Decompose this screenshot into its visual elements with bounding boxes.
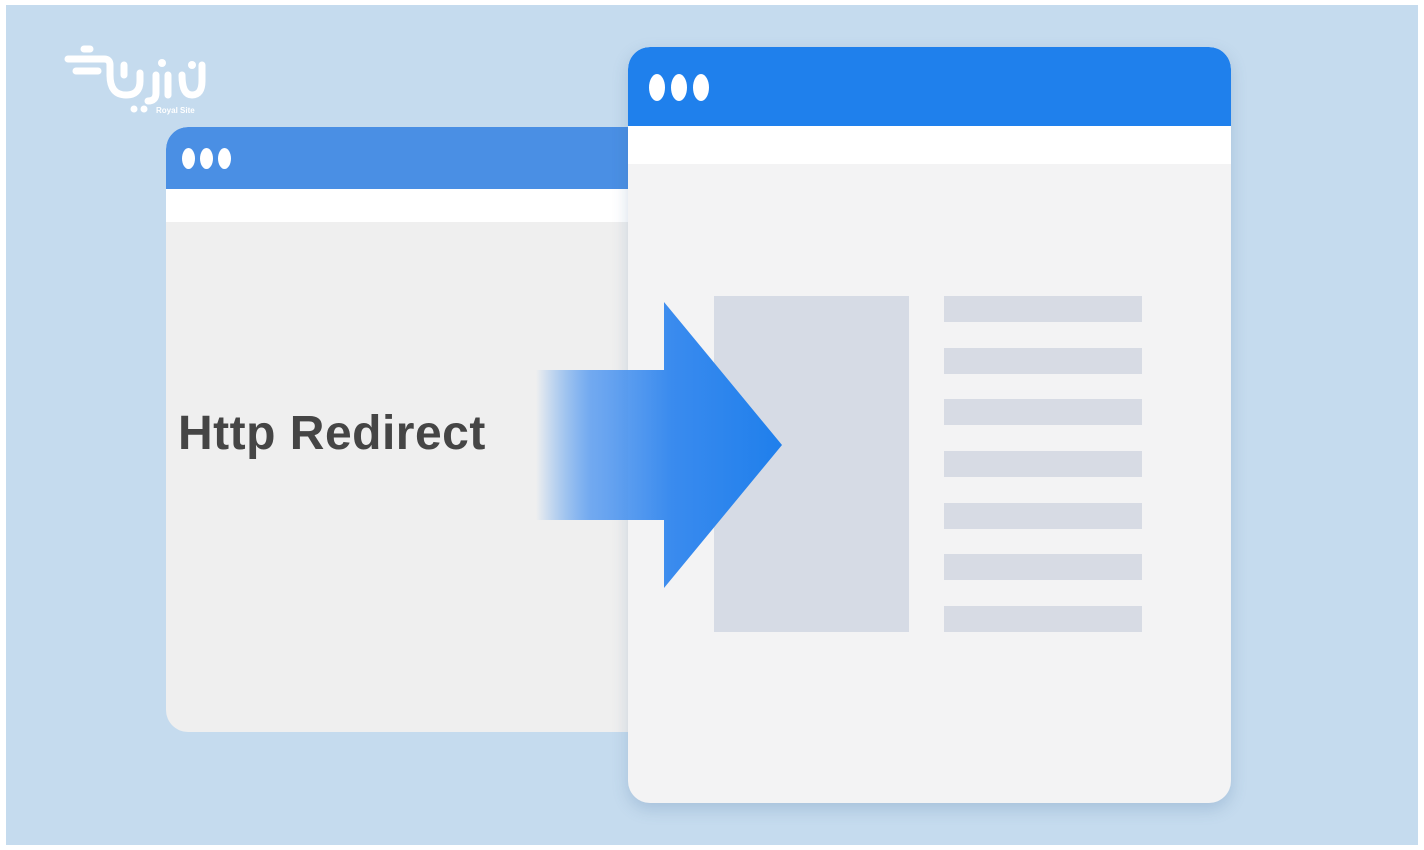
content-line-placeholder: [944, 451, 1142, 477]
content-line-placeholder: [944, 399, 1142, 425]
window-dot: [693, 74, 709, 101]
illustration-canvas: Royal Site Http Redirect: [6, 5, 1418, 845]
http-redirect-heading: Http Redirect: [178, 407, 486, 460]
window-dots-icon: [182, 148, 231, 169]
window-dot: [218, 148, 231, 169]
source-window-address-bar: [166, 189, 706, 222]
content-line-placeholder: [944, 606, 1142, 632]
logo-subtitle: Royal Site: [156, 106, 195, 115]
window-dots-icon: [649, 74, 709, 101]
destination-window-titlebar: [628, 47, 1231, 126]
content-line-placeholder: [944, 296, 1142, 322]
content-line-placeholder: [944, 503, 1142, 529]
window-dot: [182, 148, 195, 169]
window-dot: [671, 74, 687, 101]
content-line-placeholder: [944, 554, 1142, 580]
redirect-arrow-icon: [536, 302, 782, 588]
window-dot: [200, 148, 213, 169]
content-line-placeholder: [944, 348, 1142, 374]
window-dot: [649, 74, 665, 101]
destination-window-address-bar: [628, 126, 1231, 164]
logo-mark-icon: Royal Site: [64, 45, 206, 115]
royal-site-logo: Royal Site: [64, 35, 224, 120]
source-window-titlebar: [166, 127, 706, 189]
